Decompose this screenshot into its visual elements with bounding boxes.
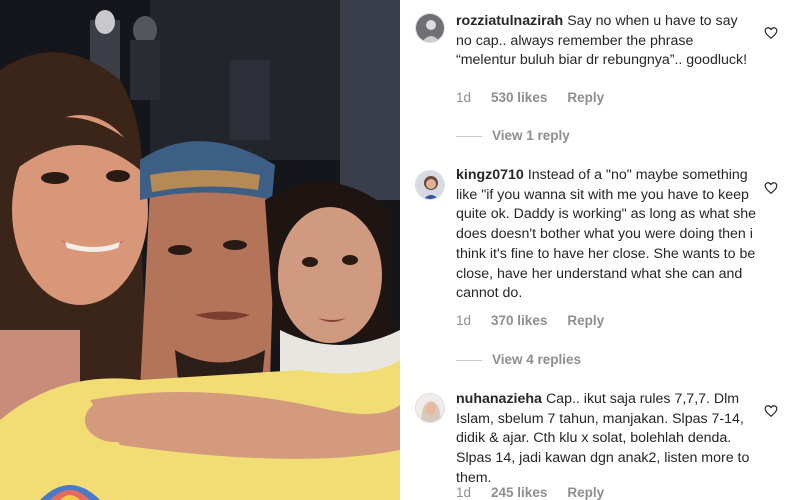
comment-username[interactable]: kingz0710 [456,167,524,183]
comment-meta: 1d 370 likes Reply [456,313,624,328]
view-replies-button[interactable]: View 1 reply [456,128,570,143]
comment-text: kingz0710 Instead of a "no" maybe somethi… [456,166,756,304]
reply-button[interactable]: Reply [567,90,604,105]
comment-time: 1d [456,313,472,328]
avatar[interactable] [415,393,445,423]
comment-meta: 1d 245 likes Reply [456,485,624,500]
comment-username[interactable]: rozziatulnazirah [456,13,563,29]
comment-text: rozziatulnazirah Say no when u have to sa… [456,12,756,71]
divider-line [456,135,482,137]
comment-likes[interactable]: 530 likes [491,90,547,105]
heart-outline-icon[interactable] [764,26,778,40]
reply-button[interactable]: Reply [567,313,604,328]
comment-meta: 1d 530 likes Reply [456,90,624,105]
comment-time: 1d [456,485,472,500]
heart-outline-icon[interactable] [764,404,778,418]
comment-body: Instead of a "no" maybe something like "… [456,167,756,302]
comment-time: 1d [456,90,472,105]
comment-likes[interactable]: 245 likes [491,485,547,500]
comment-username[interactable]: nuhanazieha [456,391,542,407]
divider-line [456,359,482,361]
comment-likes[interactable]: 370 likes [491,313,547,328]
avatar[interactable] [415,13,445,43]
comment-text: nuhanazieha Cap.. ikut saja rules 7,7,7. … [456,390,756,489]
selfie-photo [0,0,400,500]
view-replies-label: View 4 replies [492,352,582,367]
avatar[interactable] [415,170,445,200]
view-replies-button[interactable]: View 4 replies [456,352,581,367]
heart-outline-icon[interactable] [764,181,778,195]
comments-panel: rozziatulnazirah Say no when u have to sa… [400,0,800,500]
view-replies-label: View 1 reply [492,128,570,143]
reply-button[interactable]: Reply [567,485,604,500]
